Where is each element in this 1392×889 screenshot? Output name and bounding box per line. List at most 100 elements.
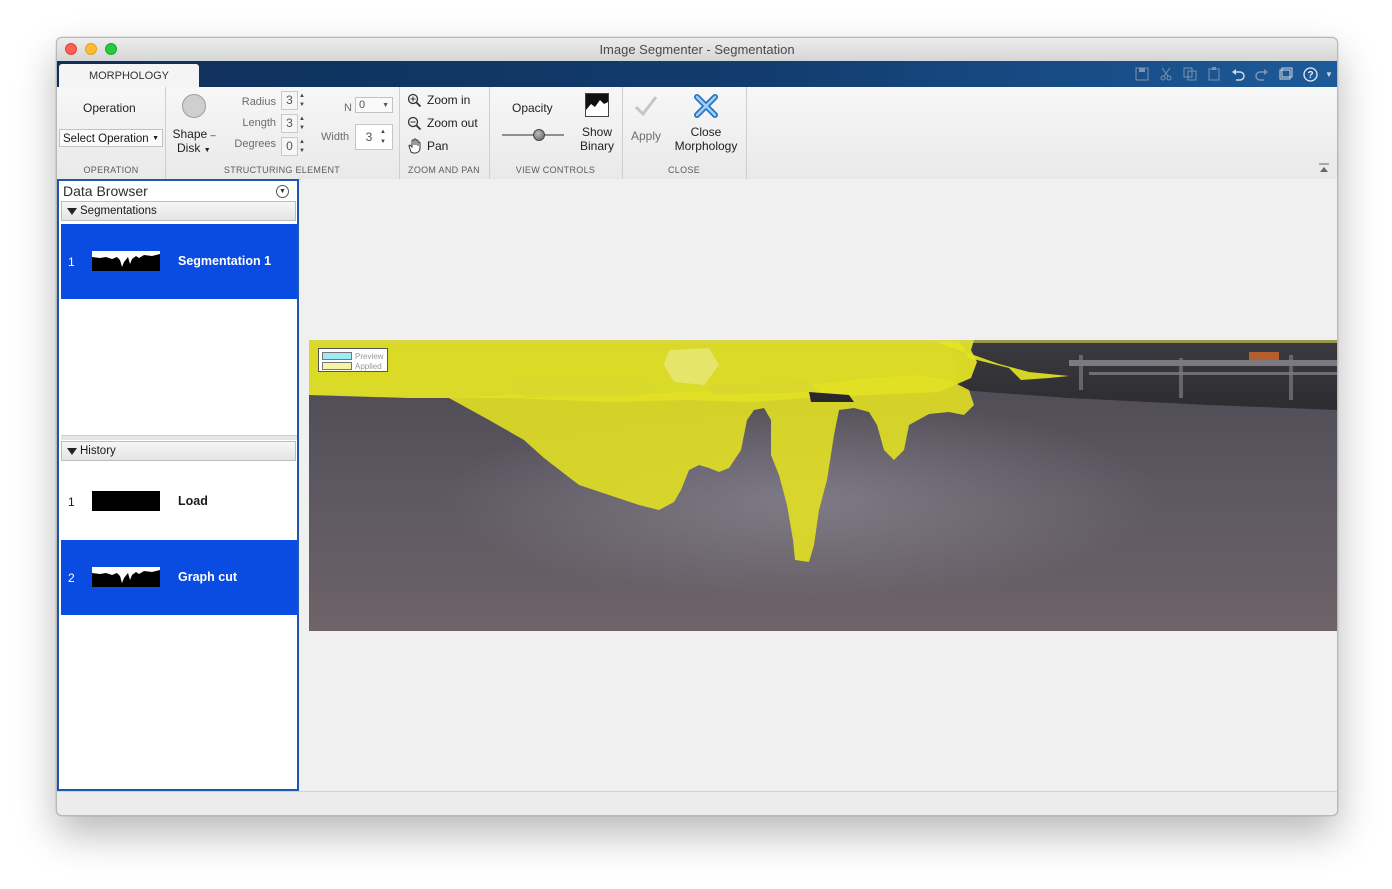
n-value: 0 bbox=[359, 99, 366, 111]
title-bar: Image Segmenter - Segmentation bbox=[57, 38, 1337, 62]
spin-down-icon[interactable]: ▼ bbox=[299, 102, 309, 108]
degrees-spinner[interactable]: 0 ▲ ▼ bbox=[281, 137, 309, 157]
segmentation-list-item[interactable]: 1 Segmentation 1 bbox=[61, 224, 297, 299]
history-list-item[interactable]: 1 Load bbox=[61, 464, 297, 539]
operation-select[interactable]: Select Operation ▼ bbox=[59, 129, 163, 147]
radius-spinner[interactable]: 3 ▲ ▼ bbox=[281, 91, 309, 111]
history-thumbnail bbox=[92, 567, 160, 587]
operation-heading: Operation bbox=[83, 101, 136, 115]
tab-morphology[interactable]: MORPHOLOGY bbox=[59, 64, 199, 87]
pan-button[interactable]: Pan bbox=[407, 138, 485, 156]
apply-button[interactable]: Apply bbox=[626, 91, 666, 151]
view-controls-section: Opacity Show Binary VIEW CONTROLS bbox=[489, 87, 623, 179]
data-browser-title: Data Browser bbox=[63, 183, 148, 199]
apply-label: Apply bbox=[630, 129, 662, 143]
spin-down-icon[interactable]: ▼ bbox=[299, 148, 309, 154]
history-header-label: History bbox=[80, 445, 116, 457]
history-header[interactable]: History bbox=[61, 441, 296, 461]
close-morphology-button[interactable]: Close Morphology bbox=[670, 91, 742, 157]
n-select[interactable]: 0 ▼ bbox=[355, 97, 393, 113]
spin-up-icon[interactable]: ▲ bbox=[299, 139, 309, 145]
segmentations-header-label: Segmentations bbox=[80, 205, 157, 217]
n-label: N bbox=[344, 102, 352, 114]
chevron-down-icon: ▼ bbox=[152, 135, 159, 142]
degrees-label: Degrees bbox=[234, 138, 276, 150]
collapse-ribbon-icon[interactable] bbox=[1318, 160, 1330, 172]
spin-down-icon[interactable]: ▼ bbox=[299, 125, 309, 131]
binary-image-icon bbox=[585, 93, 609, 117]
opacity-label: Opacity bbox=[512, 101, 553, 115]
spin-up-icon[interactable]: ▲ bbox=[380, 129, 390, 135]
checkmark-icon bbox=[634, 96, 658, 117]
window-layout-icon[interactable] bbox=[1277, 65, 1295, 83]
overlay-legend: Preview Applied bbox=[318, 348, 388, 372]
zoom-in-icon bbox=[407, 93, 422, 108]
segmentation-index: 1 bbox=[68, 255, 75, 269]
copy-icon[interactable] bbox=[1181, 65, 1199, 83]
radius-label: Radius bbox=[241, 96, 276, 108]
segmented-image[interactable]: Preview Applied bbox=[309, 340, 1337, 631]
chevron-down-icon: ▼ bbox=[382, 102, 389, 109]
opacity-slider[interactable] bbox=[502, 128, 564, 142]
ribbon-toolbar: Operation Select Operation ▼ OPERATION S… bbox=[57, 87, 1337, 180]
width-value: 3 bbox=[365, 130, 373, 144]
close-morphology-label-2: Morphology bbox=[674, 139, 738, 153]
structuring-element-section: Shape – Disk ▼ Radius Length Degrees 3 ▲… bbox=[165, 87, 400, 179]
spin-up-icon[interactable]: ▲ bbox=[299, 116, 309, 122]
width-label: Width bbox=[321, 131, 350, 143]
cut-icon[interactable] bbox=[1157, 65, 1175, 83]
svg-text:?: ? bbox=[1307, 70, 1313, 81]
shape-label: Shape bbox=[172, 127, 208, 141]
zoom-in-label: Zoom in bbox=[427, 93, 471, 107]
panel-splitter[interactable] bbox=[61, 435, 297, 440]
close-section-title: CLOSE bbox=[667, 165, 700, 175]
redo-icon[interactable] bbox=[1253, 65, 1271, 83]
chevron-down-icon[interactable]: ▼ bbox=[1325, 65, 1333, 83]
show-binary-button[interactable]: Show Binary bbox=[574, 91, 620, 157]
segmentations-header[interactable]: Segmentations bbox=[61, 201, 296, 221]
zoom-out-icon bbox=[407, 116, 422, 131]
spin-up-icon[interactable]: ▲ bbox=[299, 93, 309, 99]
status-bar bbox=[57, 791, 1337, 815]
collapse-triangle-icon bbox=[67, 208, 77, 215]
image-canvas: Preview Applied bbox=[301, 179, 1337, 791]
segmentation-overlay-image bbox=[309, 340, 1337, 631]
history-name: Load bbox=[178, 494, 208, 508]
length-label: Length bbox=[242, 117, 276, 129]
preview-swatch bbox=[322, 352, 352, 360]
history-index: 1 bbox=[68, 495, 75, 509]
zoom-pan-section-title: ZOOM AND PAN bbox=[408, 165, 480, 175]
app-window: Image Segmenter - Segmentation MORPHOLOG… bbox=[56, 37, 1338, 816]
shape-dropdown[interactable]: Shape – Disk ▼ bbox=[170, 127, 220, 157]
spin-down-icon[interactable]: ▼ bbox=[380, 139, 390, 145]
legend-applied-label: Applied bbox=[355, 362, 382, 371]
width-spinner[interactable]: 3 ▲ ▼ bbox=[355, 124, 393, 150]
chevron-down-icon: ▼ bbox=[203, 147, 211, 154]
show-binary-label-2: Binary bbox=[579, 139, 614, 153]
paste-icon[interactable] bbox=[1205, 65, 1223, 83]
history-list-item[interactable]: 2 Graph cut bbox=[61, 540, 297, 615]
undo-icon[interactable] bbox=[1229, 65, 1247, 83]
panel-menu-icon[interactable]: ▼ bbox=[276, 185, 289, 198]
legend-preview-label: Preview bbox=[355, 352, 384, 361]
operation-section: Operation Select Operation ▼ OPERATION bbox=[57, 87, 166, 179]
shape-value: Disk bbox=[177, 141, 201, 155]
structuring-element-section-title: STRUCTURING ELEMENT bbox=[223, 165, 341, 175]
zoom-in-button[interactable]: Zoom in bbox=[407, 92, 485, 110]
save-icon[interactable] bbox=[1133, 65, 1151, 83]
quick-access-toolbar: ? ▼ bbox=[1133, 64, 1333, 84]
length-spinner[interactable]: 3 ▲ ▼ bbox=[281, 114, 309, 134]
pan-hand-icon bbox=[408, 138, 421, 154]
zoom-pan-section: Zoom in Zoom out Pan ZOOM AND PAN bbox=[399, 87, 490, 179]
history-thumbnail bbox=[92, 491, 160, 511]
history-index: 2 bbox=[68, 571, 75, 585]
operation-select-value: Select Operation bbox=[63, 133, 149, 145]
close-x-icon bbox=[694, 94, 718, 118]
help-icon[interactable]: ? bbox=[1301, 65, 1319, 83]
zoom-out-button[interactable]: Zoom out bbox=[407, 115, 485, 133]
segmentation-thumbnail bbox=[92, 251, 160, 271]
view-controls-section-title: VIEW CONTROLS bbox=[515, 165, 596, 175]
opacity-slider-thumb[interactable] bbox=[533, 129, 546, 141]
degrees-value: 0 bbox=[286, 139, 293, 153]
history-name: Graph cut bbox=[178, 570, 238, 584]
